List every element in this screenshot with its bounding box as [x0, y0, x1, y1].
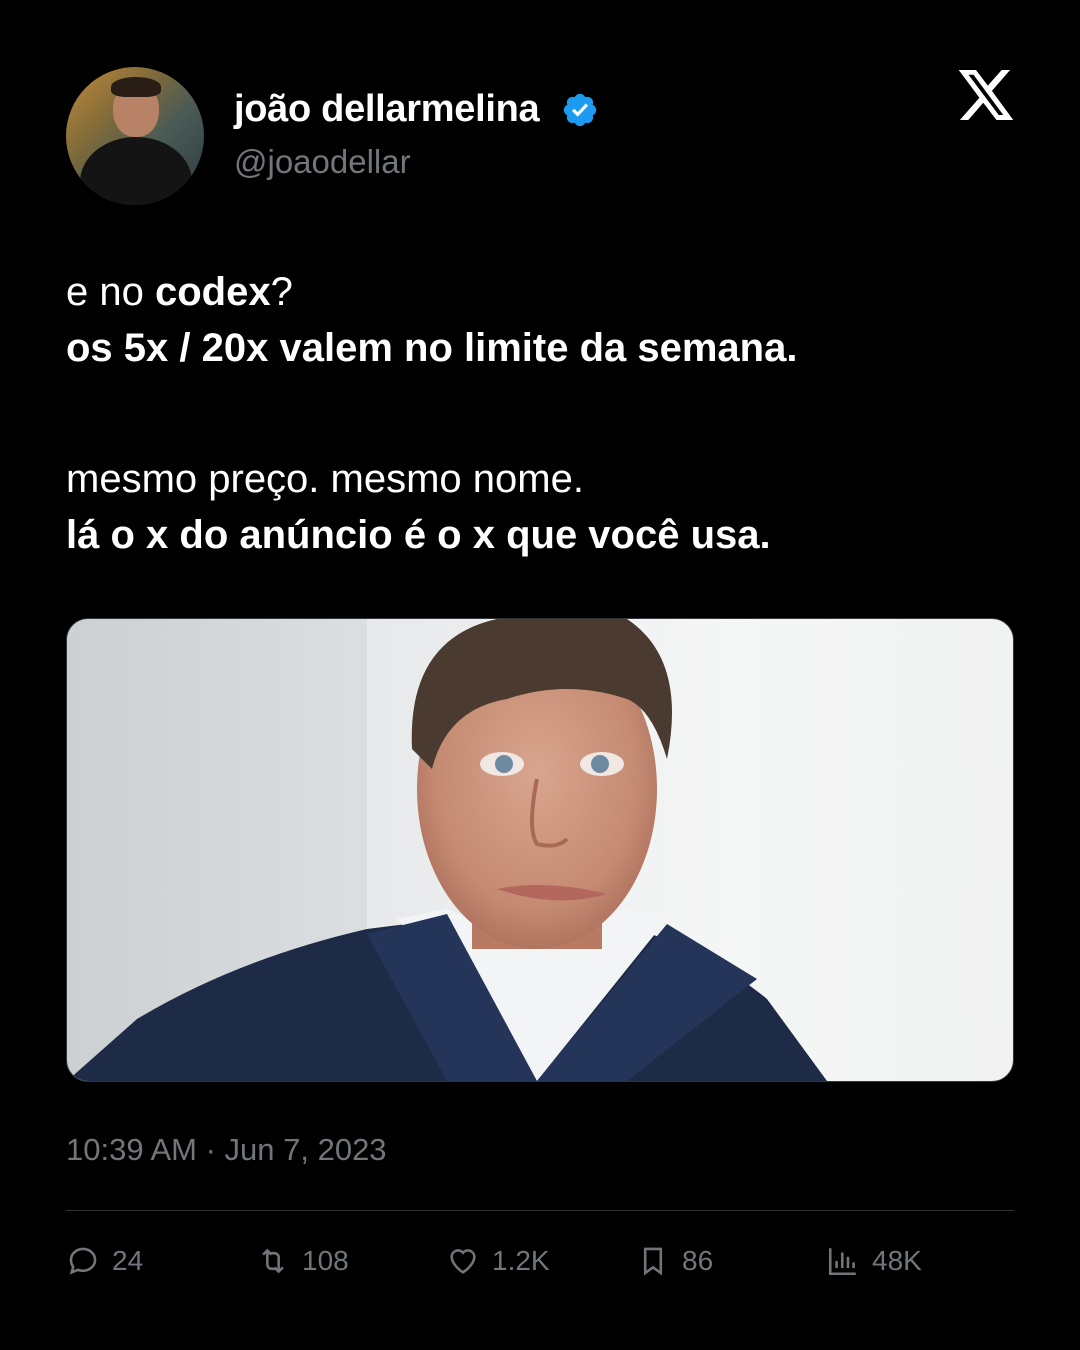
tweet-text-span: mesmo preço. mesmo nome. [66, 457, 584, 501]
tweet-text-line: os 5x / 20x valem no limite da semana. [66, 320, 1026, 376]
author-avatar[interactable] [66, 67, 204, 205]
repost-button[interactable]: 108 [256, 1244, 349, 1278]
divider [66, 1210, 1014, 1211]
tweet-text-bold: os 5x / 20x valem no limite da semana. [66, 326, 798, 370]
views-button[interactable]: 48K [826, 1244, 922, 1278]
tweet-text-bold: codex [154, 270, 271, 314]
reply-icon [69, 1247, 97, 1275]
author-name[interactable]: joão dellarmelina [234, 88, 540, 131]
views-chart-icon [828, 1248, 856, 1276]
reply-button[interactable]: 24 [66, 1244, 143, 1278]
tweet-timestamp[interactable]: 10:39 AM · Jun 7, 2023 [66, 1132, 387, 1168]
heart-icon [450, 1249, 476, 1274]
repost-count: 108 [302, 1245, 349, 1276]
bookmark-count: 86 [682, 1245, 714, 1276]
views-count: 48K [872, 1245, 922, 1276]
author-handle[interactable]: @joaodellar [234, 143, 411, 181]
tweet-actions-bar: 24 108 1.2K 86 48K [66, 1244, 1014, 1288]
like-count: 1.2K [492, 1245, 550, 1276]
bookmark-icon [643, 1247, 663, 1276]
portrait-photo [67, 619, 827, 1081]
tweet-text-line: lá o x do anúncio é o x que você usa. [66, 507, 1026, 563]
tweet-text-line: e no codex? [66, 264, 1026, 320]
like-button[interactable]: 1.2K [446, 1244, 550, 1278]
author-name-row: joão dellarmelina [234, 88, 599, 131]
bookmark-button[interactable]: 86 [636, 1244, 713, 1278]
repost-icon [262, 1248, 284, 1274]
tweet-text-span: e no [66, 270, 155, 314]
tweet-text-span: ? [270, 270, 293, 314]
x-logo-icon[interactable] [958, 70, 1014, 120]
verified-badge-icon [564, 93, 597, 126]
reply-count: 24 [112, 1245, 144, 1276]
tweet-text: e no codex? os 5x / 20x valem no limite d… [66, 264, 1026, 563]
tweet-text-line: mesmo preço. mesmo nome. [66, 451, 1026, 507]
tweet-text-bold: lá o x do anúncio é o x que você usa. [66, 513, 771, 557]
tweet-media-image[interactable] [66, 618, 1014, 1082]
